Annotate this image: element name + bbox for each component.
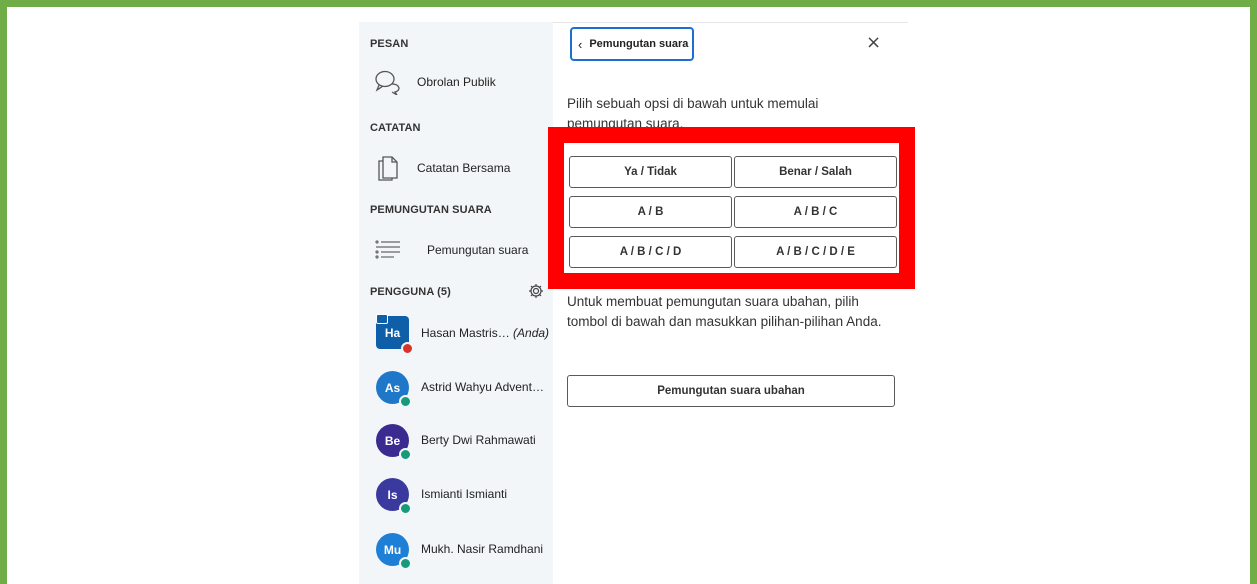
user-list-item[interactable]: Mu Mukh. Nasir Ramdhani [359,529,553,573]
gear-icon[interactable] [528,283,544,299]
option-ab-button[interactable]: A / B [569,196,732,228]
option-abcde-button[interactable]: A / B / C / D / E [734,236,897,268]
chat-bubbles-icon [373,67,403,97]
user-name: Ismianti Ismianti [421,487,508,501]
notes-section-title: CATATAN [370,122,421,134]
user-name: Berty Dwi Rahmawati [421,433,536,447]
listen-only-icon [399,502,412,515]
listen-only-icon [399,448,412,461]
user-name: Astrid Wahyu Advent… [421,380,544,394]
back-button[interactable]: ‹ Pemungutan suara [570,27,694,61]
messages-section-title: PESAN [370,38,409,50]
listen-only-icon [399,395,412,408]
option-abcd-button[interactable]: A / B / C / D [569,236,732,268]
sidebar-item-shared-notes[interactable]: Catatan Bersama [359,148,553,188]
user-list-item[interactable]: Is Ismianti Ismianti [359,474,553,518]
user-list-item[interactable]: As Astrid Wahyu Advent… [359,367,553,411]
custom-poll-text: Untuk membuat pemungutan suara ubahan, p… [567,294,882,329]
custom-poll-button[interactable]: Pemungutan suara ubahan [567,375,895,407]
shared-notes-label: Catatan Bersama [417,161,511,175]
users-section-title: PENGGUNA (5) [370,286,451,298]
option-yes-no-button[interactable]: Ya / Tidak [569,156,732,188]
listen-only-icon [399,557,412,570]
sidebar: PESAN Obrolan Publik CATATAN Catatan Ber… [359,22,553,584]
divider [553,22,908,23]
notes-document-icon [373,153,403,183]
user-list-item[interactable]: Ha Hasan Mastris… (Anda) [359,312,553,356]
presenter-icon [376,314,388,324]
sidebar-item-polling[interactable]: Pemungutan suara [359,230,553,270]
option-true-false-button[interactable]: Benar / Salah [734,156,897,188]
sidebar-item-public-chat[interactable]: Obrolan Publik [359,62,553,102]
public-chat-label: Obrolan Publik [417,75,496,89]
user-name: Mukh. Nasir Ramdhani [421,542,544,556]
user-list-item[interactable]: Be Berty Dwi Rahmawati [359,420,553,464]
close-icon[interactable]: × [866,33,881,53]
polling-section-title: PEMUNGUTAN SUARA [370,204,492,216]
chevron-left-icon: ‹ [578,36,583,52]
polling-label: Pemungutan suara [427,243,529,257]
mic-muted-icon [401,342,414,355]
back-button-label: Pemungutan suara [589,38,689,50]
list-icon [373,235,403,265]
option-abc-button[interactable]: A / B / C [734,196,897,228]
user-name: Hasan Mastris… (Anda) [421,326,550,340]
